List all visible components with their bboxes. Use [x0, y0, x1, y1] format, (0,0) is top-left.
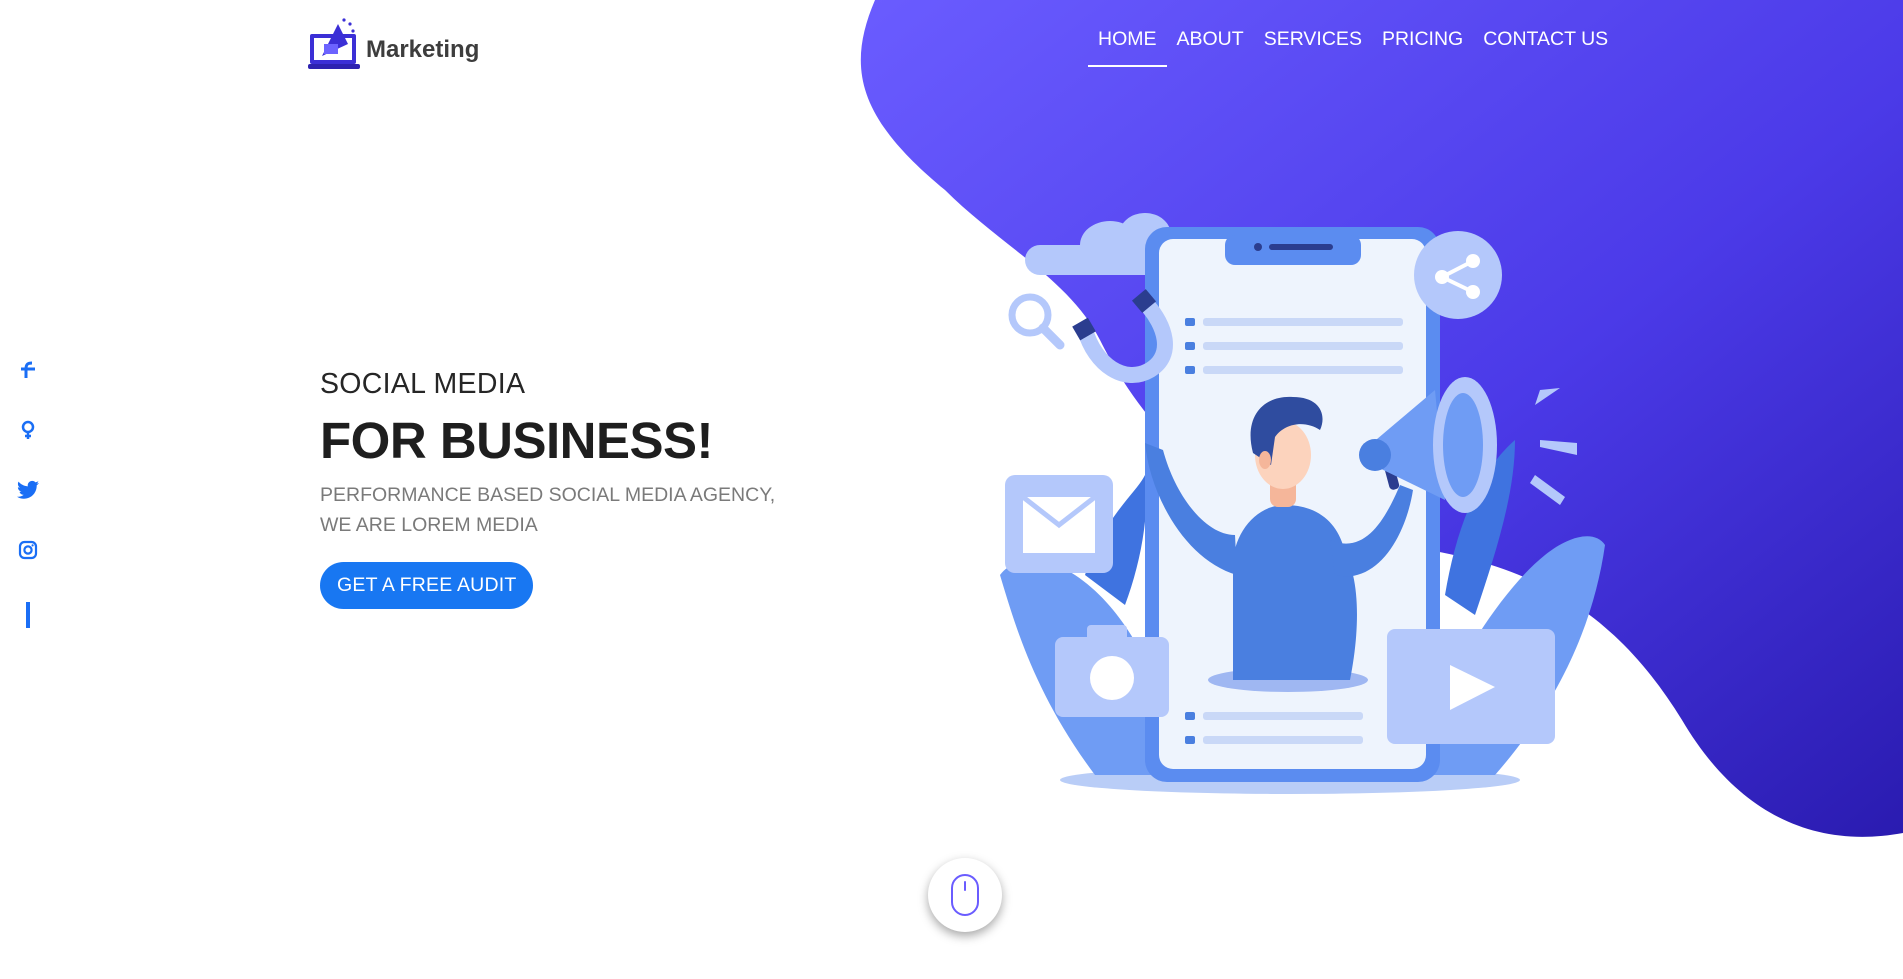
- hero-subtitle: PERFORMANCE BASED SOCIAL MEDIA AGENCY, W…: [320, 480, 775, 540]
- free-audit-button[interactable]: GET A FREE AUDIT: [320, 562, 534, 609]
- mouse-icon: [951, 874, 979, 916]
- hero-subtitle-line-2: WE ARE LOREM MEDIA: [320, 514, 538, 536]
- megaphone-logo-icon: [308, 18, 360, 69]
- instagram-icon: [18, 540, 38, 560]
- camera-icon: [1055, 625, 1169, 717]
- google-plus-link[interactable]: [16, 420, 40, 480]
- nav-item-contact-us[interactable]: CONTACT US: [1473, 28, 1618, 67]
- hero-illustration: [1000, 213, 1605, 794]
- hero-section: SOCIAL MEDIA FOR BUSINESS! PERFORMANCE B…: [320, 368, 775, 609]
- social-sidebar: [16, 360, 40, 628]
- share-icon: [1414, 231, 1502, 319]
- social-divider-bar: [26, 602, 30, 628]
- instagram-link[interactable]: [16, 540, 40, 600]
- nav-item-pricing[interactable]: PRICING: [1372, 28, 1473, 67]
- hero-subtitle-line-1: PERFORMANCE BASED SOCIAL MEDIA AGENCY,: [320, 484, 776, 506]
- twitter-link[interactable]: [16, 480, 40, 540]
- nav-item-home[interactable]: HOME: [1088, 28, 1167, 67]
- google-plus-icon: [21, 420, 35, 439]
- brand-logo[interactable]: Marketing: [308, 14, 479, 72]
- nav-item-about[interactable]: ABOUT: [1167, 28, 1254, 67]
- video-play-icon: [1387, 629, 1555, 744]
- nav-item-services[interactable]: SERVICES: [1254, 28, 1372, 67]
- scroll-down-button[interactable]: [928, 858, 1002, 932]
- facebook-icon: [21, 361, 35, 378]
- facebook-link[interactable]: [16, 360, 40, 420]
- brand-name: Marketing: [366, 36, 480, 63]
- hero-headline: FOR BUSINESS!: [320, 412, 714, 469]
- mail-icon: [1005, 475, 1113, 573]
- hero-kicker: SOCIAL MEDIA: [320, 368, 526, 400]
- hero-background-blob: [860, 0, 1903, 837]
- main-nav: HOME ABOUT SERVICES PRICING CONTACT US: [1088, 28, 1618, 67]
- search-icon: [1008, 293, 1065, 350]
- twitter-icon: [17, 480, 39, 499]
